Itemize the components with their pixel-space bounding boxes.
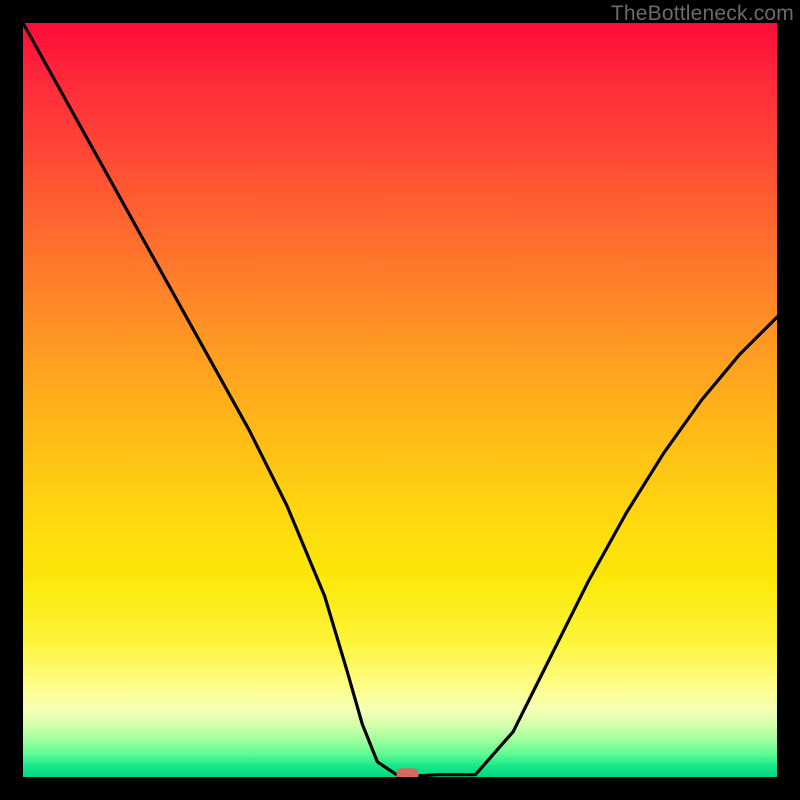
plot-area bbox=[23, 23, 777, 777]
chart-frame: TheBottleneck.com bbox=[0, 0, 800, 800]
trough-marker bbox=[397, 768, 419, 777]
watermark-text: TheBottleneck.com bbox=[611, 2, 794, 26]
curve-path bbox=[23, 23, 777, 777]
bottleneck-curve bbox=[23, 23, 777, 777]
